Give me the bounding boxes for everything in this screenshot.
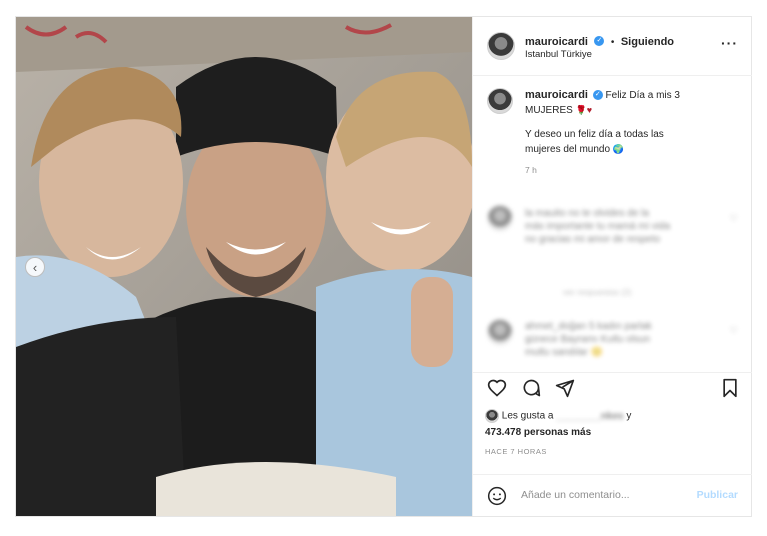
verified-badge-icon: ✓ [592, 90, 603, 101]
caption-avatar[interactable] [487, 88, 513, 114]
comment-input[interactable]: Añade un comentario... [521, 489, 630, 501]
view-replies-link[interactable]: ver respuestas (2) [563, 287, 632, 297]
post-age: HACE 7 HORAS [485, 447, 547, 456]
comment-2-line3: mutlu sandılar 🙂 [525, 347, 604, 358]
separator: • [610, 37, 615, 48]
username-link[interactable]: mauroicardi [525, 36, 588, 48]
globe-emoji: 🌍 [612, 144, 625, 154]
comment-2-line1: ahmet_doğan 5 kadın parlak [525, 321, 652, 332]
comment-icon[interactable] [521, 378, 541, 398]
comment-like-icon[interactable]: ♡ [730, 325, 738, 336]
likes-and: y [626, 410, 632, 422]
caption-text: mauroicardi ✓ Feliz Día a mis 3 MUJERES … [525, 88, 735, 178]
avatar[interactable] [487, 32, 515, 60]
likes-count-link[interactable]: 473.478 personas más [485, 427, 631, 438]
likes-summary: Les gusta a ________nkes y 473.478 perso… [485, 409, 631, 438]
comment-1-line2: más importante tu mamá mi vida [525, 221, 671, 232]
header-userline: mauroicardi ✓ • Siguiendo [525, 32, 674, 50]
caption-line1: Feliz Día a mis 3 [605, 90, 680, 101]
location-link[interactable]: Istanbul Türkiye [525, 49, 592, 60]
comment-avatar[interactable] [487, 205, 513, 231]
comment-avatar[interactable] [487, 319, 513, 345]
liker-username[interactable]: ________nkes [556, 411, 623, 422]
comment-1-line1: la mauito no te olvides de la [525, 208, 649, 219]
post-photo[interactable]: ‹ [16, 17, 472, 516]
heart-icon[interactable] [487, 378, 507, 398]
likes-prefix: Les gusta a [501, 410, 554, 422]
comment-2-line2: günece Bayramı Kutlu olsun [525, 334, 651, 345]
caption-line2: MUJERES [525, 105, 573, 116]
post-side-panel: mauroicardi ✓ • Siguiendo Istanbul Türki… [472, 17, 752, 516]
comment-bar: Añade un comentario... Publicar [473, 474, 752, 517]
following-button[interactable]: Siguiendo [621, 36, 674, 48]
liker-avatar[interactable] [485, 409, 499, 423]
emoji-icon[interactable] [487, 486, 507, 506]
post-header: mauroicardi ✓ • Siguiendo Istanbul Türki… [473, 17, 752, 76]
comment-like-icon[interactable]: ♡ [730, 213, 738, 224]
publish-button[interactable]: Publicar [697, 489, 738, 501]
caption-line4: mujeres del mundo [525, 144, 611, 155]
caption-line3: Y deseo un feliz día a todas las [525, 129, 664, 140]
bookmark-icon[interactable] [721, 378, 739, 398]
photo-illustration [16, 17, 472, 516]
share-icon[interactable] [555, 378, 575, 398]
chevron-left-icon[interactable]: ‹ [25, 257, 45, 277]
verified-badge-icon: ✓ [594, 35, 605, 46]
action-bar [473, 372, 752, 403]
comment-1-line3: no gracias mi amor de respeto [525, 234, 661, 245]
caption-username[interactable]: mauroicardi [525, 89, 588, 101]
instagram-post: ‹ mauroicardi ✓ • Siguiendo Istanbul Tür… [15, 16, 752, 517]
caption-time: 7 h [525, 165, 537, 175]
rose-heart-emoji: 🌹♥ [575, 105, 593, 115]
more-options-icon[interactable]: ··· [721, 35, 738, 51]
